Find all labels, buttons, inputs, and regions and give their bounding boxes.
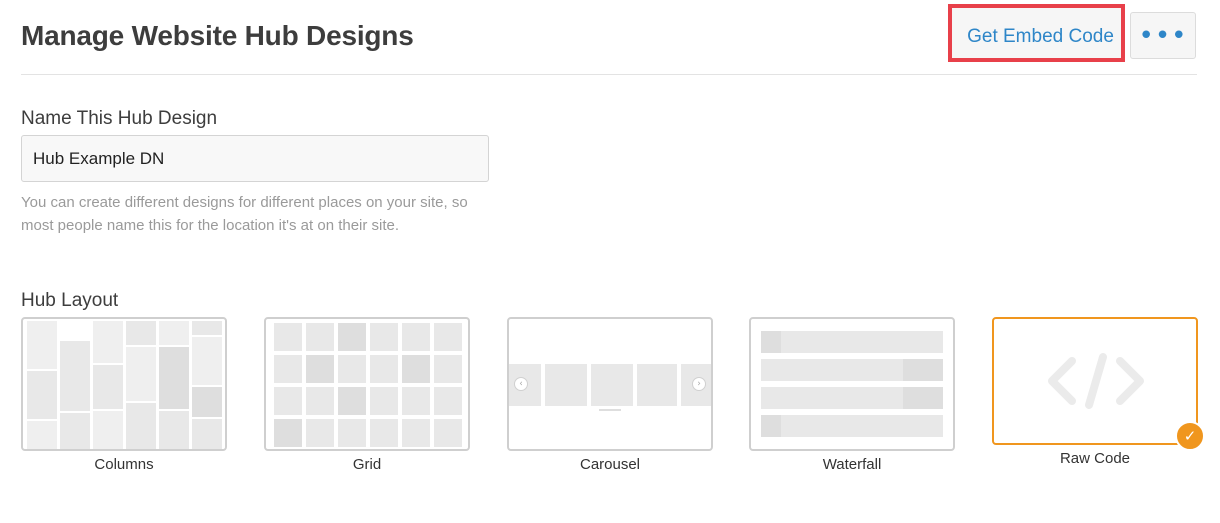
layout-option-carousel[interactable]: ‹ › Carousel — [507, 317, 713, 473]
hub-layout-label: Hub Layout — [21, 290, 119, 311]
more-options-button[interactable]: ••• — [1130, 12, 1196, 59]
selected-check-icon: ✓ — [1175, 421, 1205, 451]
chevron-right-icon: › — [692, 377, 706, 391]
chevron-left-icon: ‹ — [514, 377, 528, 391]
columns-thumbnail — [21, 317, 227, 451]
raw-code-thumbnail — [992, 317, 1198, 445]
name-field-label: Name This Hub Design — [21, 108, 218, 129]
layout-option-label: Columns — [94, 456, 154, 473]
embed-code-highlight: Get Embed Code — [948, 4, 1125, 62]
get-embed-code-button[interactable]: Get Embed Code — [956, 12, 1125, 62]
layout-option-label: Raw Code — [1059, 450, 1131, 467]
layout-option-label: Grid — [352, 456, 382, 473]
layout-option-label: Carousel — [579, 456, 641, 473]
layout-option-raw-code[interactable]: Raw Code — [992, 317, 1198, 467]
name-helper-text: You can create different designs for dif… — [21, 194, 468, 234]
layout-option-grid[interactable]: Grid — [264, 317, 470, 473]
carousel-thumbnail: ‹ › — [507, 317, 713, 451]
layout-option-columns[interactable]: Columns — [21, 317, 227, 473]
waterfall-thumbnail — [749, 317, 955, 451]
page-title: Manage Website Hub Designs — [21, 20, 414, 51]
layout-option-label: Waterfall — [822, 456, 882, 473]
code-brackets-icon — [1048, 353, 1144, 409]
hub-design-name-input[interactable] — [21, 135, 489, 182]
layout-option-waterfall[interactable]: Waterfall — [749, 317, 955, 473]
header-divider — [21, 74, 1197, 75]
grid-thumbnail — [264, 317, 470, 451]
